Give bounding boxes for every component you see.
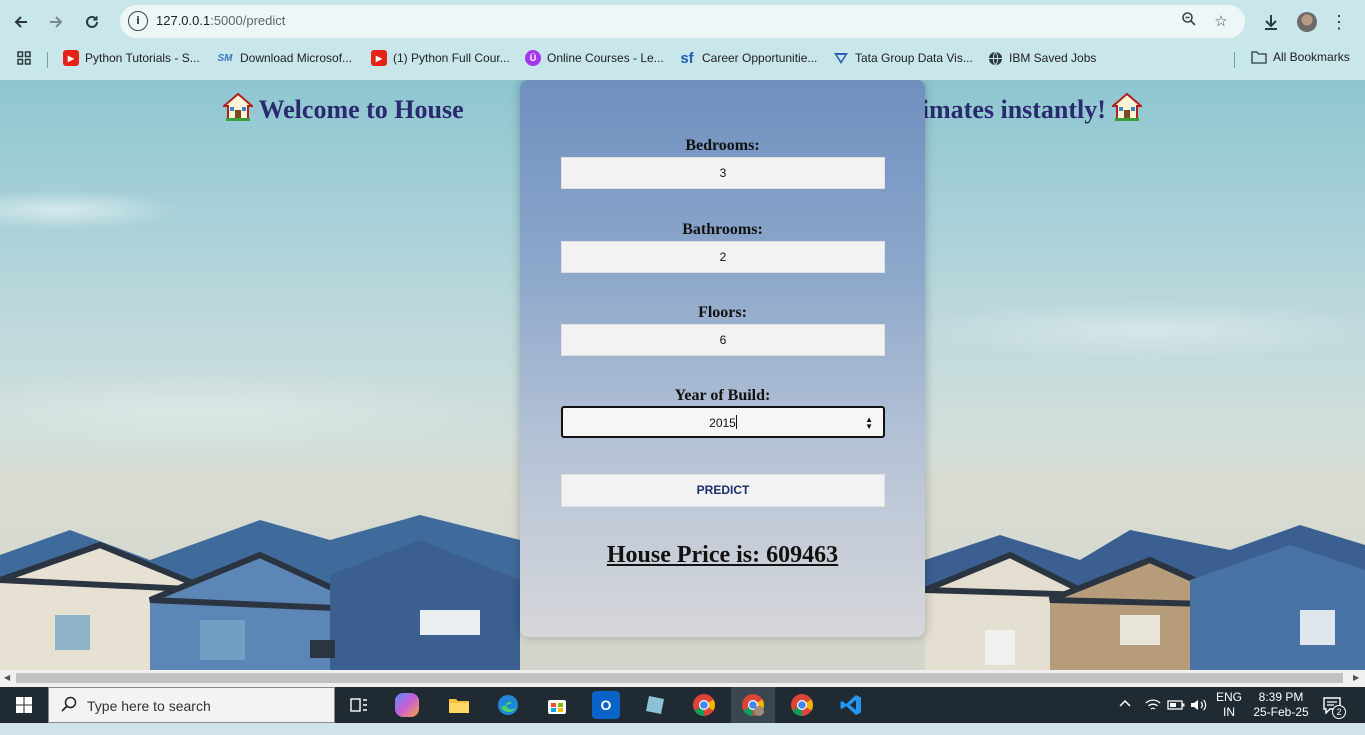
profile-avatar[interactable]: [1293, 8, 1321, 36]
bookmark-career-opportunities[interactable]: sf Career Opportunitie...: [678, 49, 818, 67]
outlook-icon[interactable]: O: [592, 691, 620, 719]
scroll-left-icon[interactable]: ◀: [4, 673, 10, 682]
copilot-icon[interactable]: [395, 693, 419, 717]
youtube-icon: ▶: [371, 50, 387, 66]
sf-icon: sf: [680, 49, 694, 67]
battery-icon[interactable]: [1167, 699, 1185, 735]
house-icon: [222, 92, 253, 121]
scroll-right-icon[interactable]: ▶: [1353, 673, 1359, 682]
reload-icon: [86, 15, 98, 28]
bookmark-label: Python Tutorials - S...: [85, 51, 200, 65]
taskbar-search-box[interactable]: Type here to search: [48, 687, 335, 723]
clock-date: 25-Feb-25: [1253, 705, 1309, 719]
bookmark-label: Career Opportunitie...: [702, 51, 818, 65]
horizontal-scrollbar[interactable]: ◀ ▶: [0, 670, 1365, 687]
wifi-icon[interactable]: [1145, 698, 1161, 734]
back-arrow-icon: [14, 16, 27, 28]
language-code: ENG: [1216, 690, 1243, 704]
forward-button[interactable]: [42, 8, 70, 36]
download-icon: [1265, 15, 1277, 30]
bookmark-python-full-course[interactable]: ▶ (1) Python Full Cour...: [371, 50, 510, 66]
chrome-profile-icon[interactable]: [739, 691, 767, 719]
downloads-button[interactable]: [1257, 8, 1285, 36]
prediction-form-card: Bedrooms: 3 Bathrooms: 2 Floors: 6 Year …: [520, 80, 925, 637]
floors-input[interactable]: 6: [561, 324, 885, 356]
bookmarks-bar: ▶ Python Tutorials - S... SM Download Mi…: [0, 46, 1365, 72]
site-info-icon[interactable]: i: [128, 11, 148, 31]
back-button[interactable]: [7, 8, 35, 36]
number-spinner-icon[interactable]: ▲ ▼: [865, 416, 873, 431]
youtube-icon: ▶: [63, 50, 79, 66]
edge-icon[interactable]: [494, 691, 522, 719]
all-bookmarks-label: All Bookmarks: [1273, 50, 1350, 64]
clock-time: 8:39 PM: [1258, 690, 1304, 704]
udemy-icon: Ü: [525, 50, 541, 66]
microsoft-store-icon[interactable]: [543, 691, 571, 719]
search-placeholder: Type here to search: [87, 698, 211, 714]
browser-chrome: i 127.0.0.1:5000/predict ☆ ⋮ ▶ Python Tu…: [0, 0, 1365, 80]
menu-kebab-icon[interactable]: ⋮: [1325, 8, 1353, 36]
bookmark-download-microsoft[interactable]: SM Download Microsof...: [216, 50, 353, 66]
folder-icon: [1251, 51, 1267, 64]
address-bar[interactable]: i 127.0.0.1:5000/predict ☆: [120, 5, 1245, 38]
year-of-build-label: Year of Build:: [674, 387, 771, 404]
reload-button[interactable]: [78, 8, 106, 36]
house-price-result: House Price is: 609463: [606, 542, 839, 568]
text-caret: [735, 415, 737, 429]
bookmark-tata-group[interactable]: Tata Group Data Vis...: [833, 50, 973, 66]
show-hidden-icons-chevron-icon[interactable]: [1118, 697, 1132, 733]
all-bookmarks-button[interactable]: All Bookmarks: [1251, 50, 1350, 64]
task-view-icon[interactable]: [345, 691, 373, 719]
predict-button[interactable]: PREDICT: [561, 474, 885, 507]
zoom-icon[interactable]: [1178, 11, 1200, 33]
bookmark-label: IBM Saved Jobs: [1009, 51, 1097, 65]
bookmark-star-icon[interactable]: ☆: [1210, 11, 1232, 33]
bookmark-online-courses[interactable]: Ü Online Courses - Le...: [525, 50, 664, 66]
heading-text-left: Welcome to House: [258, 95, 464, 124]
vscode-icon[interactable]: [837, 691, 865, 719]
floors-label: Floors:: [698, 304, 747, 321]
bookmark-label: Tata Group Data Vis...: [855, 51, 973, 65]
year-of-build-input[interactable]: 2015 ▲ ▼: [561, 406, 885, 438]
page-viewport: Welcome to House ice estimates instantly!…: [0, 80, 1365, 670]
chrome-icon[interactable]: [690, 691, 718, 719]
bookmark-label: Online Courses - Le...: [547, 51, 664, 65]
search-icon: [61, 696, 77, 717]
bookmark-label: (1) Python Full Cour...: [393, 51, 510, 65]
apps-grid-icon[interactable]: [16, 50, 32, 66]
bookmark-label: Download Microsof...: [240, 51, 353, 65]
notes-app-icon[interactable]: [641, 691, 669, 719]
bedrooms-input[interactable]: 3: [561, 157, 885, 189]
windows-logo-icon: [16, 697, 32, 713]
year-value-text: 2015: [709, 416, 736, 430]
volume-icon[interactable]: [1190, 698, 1208, 734]
notification-count-badge: 2: [1332, 705, 1346, 719]
language-indicator[interactable]: ENG IN: [1216, 690, 1242, 726]
globe-icon: [987, 50, 1003, 66]
start-button[interactable]: [0, 687, 48, 723]
tata-icon: [833, 50, 849, 66]
bookmark-python-tutorials[interactable]: ▶ Python Tutorials - S...: [63, 50, 200, 66]
file-explorer-icon[interactable]: [445, 691, 473, 719]
bookmark-ibm-saved-jobs[interactable]: IBM Saved Jobs: [987, 50, 1096, 66]
navigation-bar: i 127.0.0.1:5000/predict ☆ ⋮: [0, 0, 1365, 44]
scrollbar-thumb[interactable]: [16, 673, 1343, 683]
bedrooms-label: Bedrooms:: [685, 137, 760, 154]
notifications-button[interactable]: 2: [1322, 696, 1346, 732]
forward-arrow-icon: [50, 16, 63, 28]
bathrooms-input[interactable]: 2: [561, 241, 885, 273]
sm-icon: SM: [217, 52, 233, 64]
chrome-icon-2[interactable]: [788, 691, 816, 719]
bathrooms-label: Bathrooms:: [682, 221, 763, 238]
region-code: IN: [1223, 705, 1235, 719]
clock[interactable]: 8:39 PM 25-Feb-25: [1252, 690, 1310, 726]
house-icon: [1112, 92, 1143, 121]
windows-taskbar: Type here to search O ENG IN 8:39 PM 25-…: [0, 687, 1365, 723]
url-text[interactable]: 127.0.0.1:5000/predict: [156, 13, 285, 28]
